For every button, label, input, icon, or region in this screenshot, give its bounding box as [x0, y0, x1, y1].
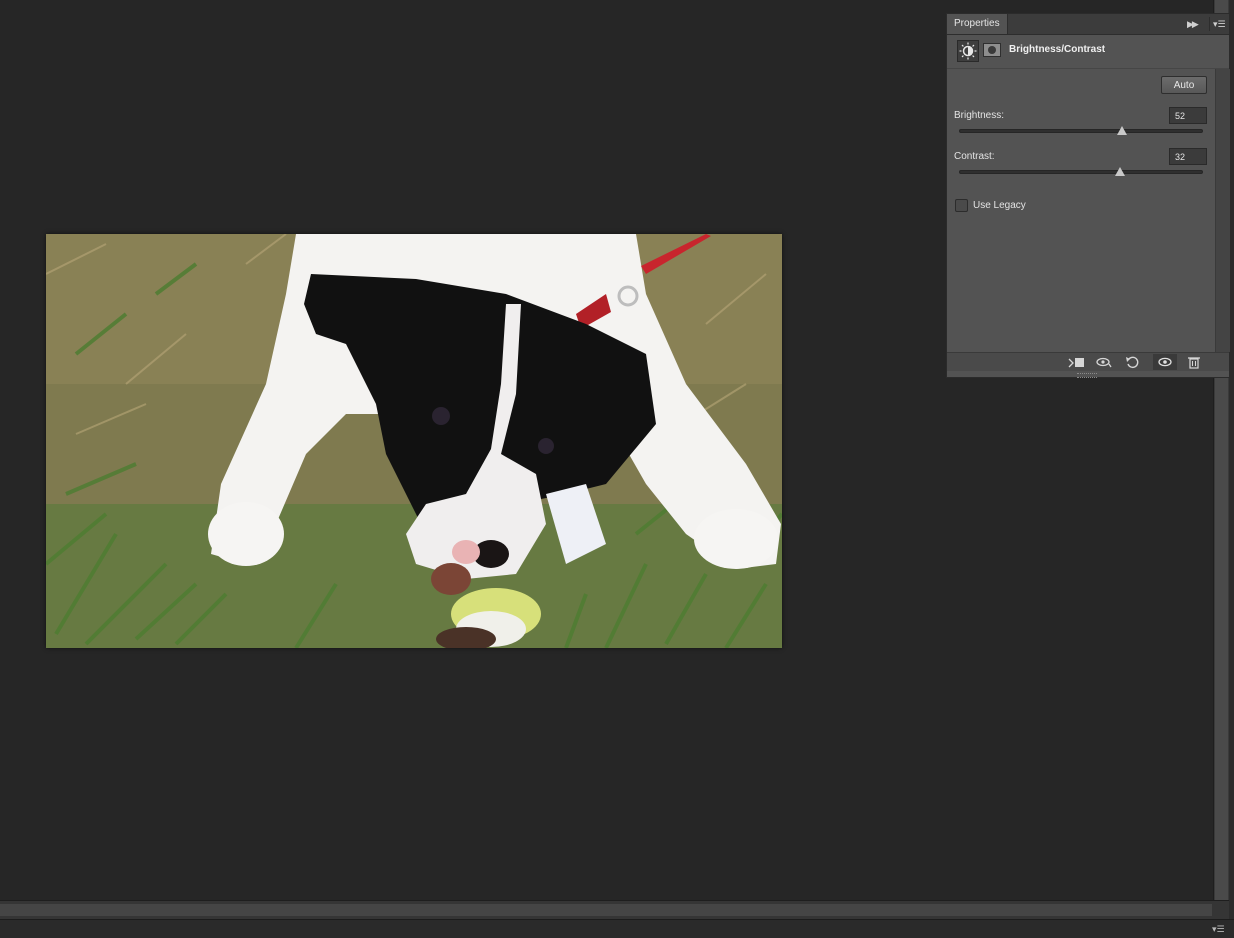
- panel-footer: [947, 352, 1229, 371]
- brightness-value-field[interactable]: 52: [1169, 107, 1207, 124]
- adjustment-controls: Auto Brightness: 52 Contrast: 32 Use Leg…: [947, 69, 1215, 351]
- visibility-icon[interactable]: [1153, 354, 1177, 370]
- brightness-slider-thumb[interactable]: [1117, 126, 1128, 135]
- horizontal-scrollbar[interactable]: [0, 900, 1229, 919]
- brightness-label: Brightness:: [954, 110, 1005, 121]
- adjustment-header: Brightness/Contrast: [947, 35, 1229, 69]
- contrast-slider-thumb[interactable]: [1114, 167, 1125, 176]
- brightness-contrast-icon[interactable]: [957, 40, 979, 62]
- status-menu-icon[interactable]: ▾☰: [1212, 924, 1225, 934]
- trash-icon[interactable]: [1185, 355, 1203, 369]
- collapse-panel-icon[interactable]: ▶▶: [1187, 18, 1201, 30]
- adjustment-title: Brightness/Contrast: [1009, 44, 1106, 55]
- view-previous-state-icon[interactable]: [1095, 355, 1113, 369]
- panel-resize-grip[interactable]: [1077, 373, 1097, 378]
- horizontal-scrollbar-thumb[interactable]: [0, 904, 1212, 916]
- tab-properties[interactable]: Properties: [947, 14, 1008, 34]
- contrast-label: Contrast:: [954, 151, 995, 162]
- reset-icon[interactable]: [1124, 355, 1142, 369]
- use-legacy-checkbox[interactable]: [955, 199, 968, 212]
- use-legacy-label: Use Legacy: [973, 200, 1026, 211]
- contrast-slider[interactable]: [959, 167, 1203, 176]
- panel-menu-icon[interactable]: ▾☰: [1209, 17, 1227, 31]
- auto-button[interactable]: Auto: [1161, 76, 1207, 94]
- status-bar: ▾☰: [0, 919, 1234, 938]
- canvas-image[interactable]: [46, 234, 782, 648]
- layer-mask-icon[interactable]: [983, 43, 1001, 57]
- brightness-slider[interactable]: [959, 126, 1203, 135]
- properties-panel: Properties ▶▶ ▾☰ Brightness/Contrast Aut…: [946, 13, 1230, 378]
- panel-tab-bar: Properties ▶▶ ▾☰: [947, 14, 1229, 35]
- clip-to-layer-icon[interactable]: [1067, 355, 1085, 369]
- contrast-value-field[interactable]: 32: [1169, 148, 1207, 165]
- panel-scrollbar[interactable]: [1215, 69, 1230, 352]
